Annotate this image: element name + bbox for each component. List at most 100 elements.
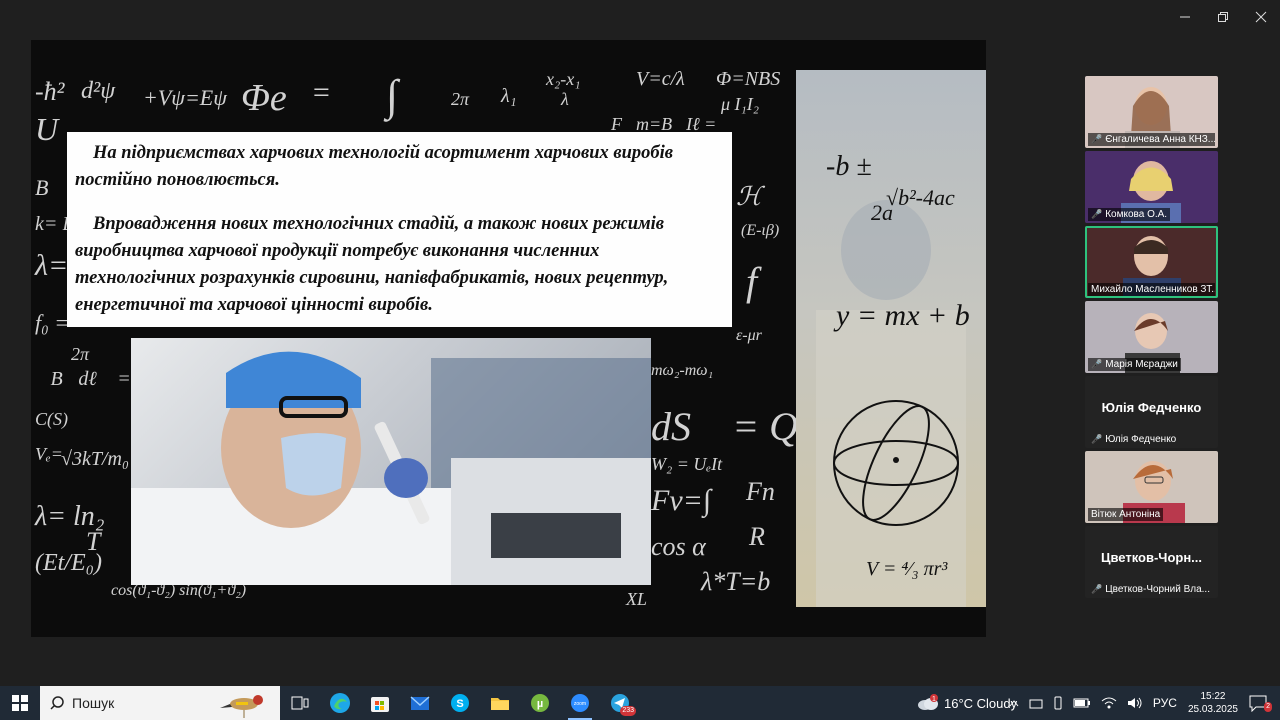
utorrent-app-button[interactable]: µ <box>520 686 560 720</box>
participant-name: Михайло Масленников ЗТ... <box>1091 284 1215 295</box>
battery-indicator[interactable] <box>1073 698 1091 708</box>
participant-name: Цветков-Чорний Вла... <box>1105 584 1210 595</box>
participant-tile[interactable]: Цветков-Чорн... 🎤 Цветков-Чорний Вла... <box>1085 526 1218 598</box>
participant-tile[interactable]: 🎤 Єнгаличева Анна КНЗ... <box>1085 76 1218 148</box>
close-button[interactable] <box>1242 0 1280 34</box>
restore-button[interactable] <box>1204 0 1242 34</box>
participant-name: Комкова О.А. <box>1105 209 1168 220</box>
svg-text:f₀ =: f₀ = <box>35 310 69 335</box>
participant-tile[interactable]: Вітюк Антоніна <box>1085 451 1218 523</box>
close-icon <box>1255 11 1267 23</box>
svg-text:-b ±: -b ± <box>826 151 872 182</box>
taskbar-search-box[interactable]: Пошук <box>40 686 280 720</box>
search-placeholder: Пошук <box>72 695 115 711</box>
svg-text:2π: 2π <box>71 344 90 364</box>
task-view-button[interactable] <box>280 686 320 720</box>
side-formulas: -b ± √b²-4ac 2a y = mx + b V = ⁴⁄₃ πr³ <box>816 151 970 607</box>
participant-tile[interactable]: 🎤 Комкова О.А. <box>1085 151 1218 223</box>
tray-device-icon[interactable] <box>1053 696 1063 710</box>
svg-text:V=c/λ: V=c/λ <box>636 68 685 90</box>
svg-text:x₂-x₁: x₂-x₁ <box>545 69 581 89</box>
muted-mic-icon: 🎤 <box>1091 584 1103 594</box>
notification-count: 2 <box>1264 702 1272 712</box>
windows-taskbar: Пошук S µ zoom 233 1 16°C Cloudy РУС 15:… <box>0 686 1280 720</box>
participant-tile[interactable]: Юлія Федченко 🎤 Юлія Федченко <box>1085 376 1218 448</box>
onedrive-icon <box>1029 699 1043 709</box>
minimize-button[interactable] <box>1166 0 1204 34</box>
svg-text:y = mx + b: y = mx + b <box>833 299 970 332</box>
windows-logo-icon <box>12 695 28 711</box>
weather-widget[interactable]: 1 16°C Cloudy <box>916 686 1017 720</box>
utorrent-icon: µ <box>531 694 549 712</box>
lab-technician-photo <box>131 338 651 585</box>
svg-text:XL: XL <box>625 589 647 609</box>
svg-text:-ħ²: -ħ² <box>35 77 66 106</box>
svg-text:λ₁: λ₁ <box>500 85 517 107</box>
svg-text:µ: µ <box>537 698 543 710</box>
svg-text:zoom: zoom <box>574 701 586 707</box>
svg-text:√3kT/m₀: √3kT/m₀ <box>61 448 129 470</box>
svg-text:∮B⃗dℓ⃗ =: ∮B⃗dℓ⃗ = <box>35 368 131 390</box>
slide-paragraph-1: На підприємствах харчових технологій асо… <box>75 143 674 190</box>
svg-text:+Vψ=Eψ: +Vψ=Eψ <box>143 85 227 110</box>
telegram-app-button[interactable]: 233 <box>600 686 640 720</box>
telegram-unread-badge: 233 <box>620 706 636 716</box>
participant-tile[interactable]: 🎤 Марія Мєраджи <box>1085 301 1218 373</box>
participant-name: Єнгаличева Анна КНЗ... <box>1105 134 1215 145</box>
participant-name: Юлія Федченко <box>1105 434 1177 445</box>
shared-screen-slide: -ħ² d²ψ +Vψ=Eψ Φe = ∫ 2π λ₁ x₂-x₁ λ V=c/… <box>31 40 986 637</box>
zoom-app-button[interactable]: zoom <box>560 686 600 720</box>
svg-text:2π: 2π <box>451 89 470 109</box>
participant-display-name: Цветков-Чорн... <box>1100 550 1203 565</box>
speaker-icon <box>1127 697 1142 709</box>
minimize-icon <box>1180 16 1190 18</box>
mail-app-button[interactable] <box>400 686 440 720</box>
muted-mic-icon: 🎤 <box>1091 209 1103 219</box>
store-icon <box>371 697 389 712</box>
svg-text:=: = <box>311 76 331 109</box>
svg-text:ε-μr: ε-μr <box>736 327 763 344</box>
svg-text:ℋ: ℋ <box>736 182 766 211</box>
wifi-indicator[interactable] <box>1101 697 1117 709</box>
task-view-icon <box>291 696 309 710</box>
edge-app-button[interactable] <box>320 686 360 720</box>
svg-text:C(S): C(S) <box>35 409 68 430</box>
slide-text-box: На підприємствах харчових технологій асо… <box>67 132 732 327</box>
svg-text:U: U <box>35 111 60 147</box>
notification-center-button[interactable]: 2 <box>1246 694 1272 712</box>
muted-mic-icon: 🎤 <box>1091 359 1103 369</box>
clock[interactable]: 15:22 25.03.2025 <box>1188 690 1238 716</box>
clock-date: 25.03.2025 <box>1187 704 1238 715</box>
svg-text:(Et/E₀): (Et/E₀) <box>35 550 102 576</box>
volume-indicator[interactable] <box>1127 697 1143 709</box>
svg-text:λ=: λ= <box>34 249 68 282</box>
store-app-button[interactable] <box>360 686 400 720</box>
cloud-icon: 1 <box>918 694 938 710</box>
svg-text:Φ=NBS: Φ=NBS <box>716 68 780 90</box>
participant-tile-active-speaker[interactable]: Михайло Масленников ЗТ... <box>1085 226 1218 298</box>
language-indicator[interactable]: РУС <box>1153 696 1177 710</box>
svg-text:mω₂-mω₁: mω₂-mω₁ <box>651 362 713 379</box>
skype-app-button[interactable]: S <box>440 686 480 720</box>
svg-text:2a: 2a <box>871 200 893 225</box>
svg-text:λ: λ <box>560 89 569 109</box>
svg-text:Φe: Φe <box>241 77 287 119</box>
window-controls <box>1166 0 1280 34</box>
svg-text:√b²-4ac: √b²-4ac <box>886 185 955 210</box>
wifi-icon <box>1101 697 1117 709</box>
svg-text:(E-ιβ): (E-ιβ) <box>741 222 779 239</box>
goldfinch-bird-icon <box>220 695 263 718</box>
participant-name: Марія Мєраджи <box>1105 359 1178 370</box>
zoom-icon: zoom <box>571 694 589 712</box>
show-hidden-icons-chevron[interactable] <box>1009 699 1019 707</box>
svg-text:f: f <box>746 259 762 304</box>
svg-text:R: R <box>748 522 765 551</box>
start-button[interactable] <box>0 686 40 720</box>
search-icon <box>50 696 64 710</box>
tray-app-icon[interactable] <box>1029 697 1043 709</box>
scientist-background-photo: -b ± √b²-4ac 2a y = mx + b V = ⁴⁄₃ πr³ <box>796 70 986 607</box>
mail-icon <box>410 696 430 710</box>
participant-display-name: Юлія Федченко <box>1101 400 1202 415</box>
usb-device-icon <box>1054 696 1062 710</box>
file-explorer-button[interactable] <box>480 686 520 720</box>
